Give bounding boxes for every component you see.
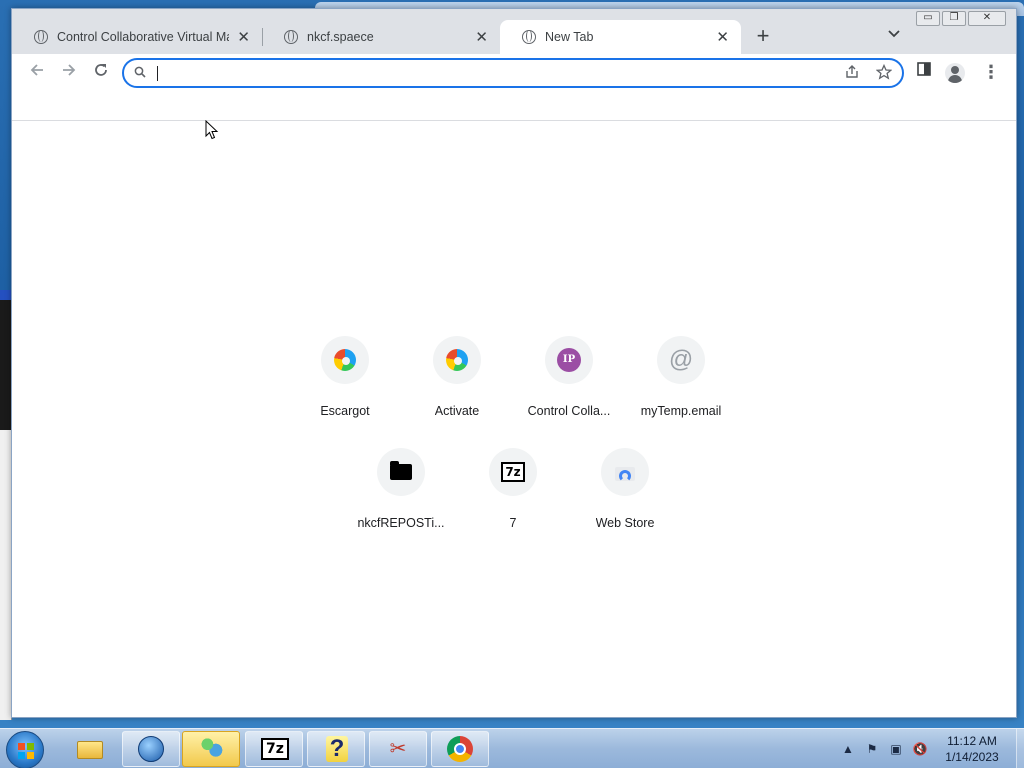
globe-icon — [522, 30, 536, 44]
taskbar-7zip[interactable]: 7z — [245, 731, 303, 767]
taskbar: 7z ? ✂ ▲ ⚑ ▣ 🔇 11:12 AM 1/14/2023 — [0, 728, 1024, 768]
shortcut-nkcf-reposti[interactable]: nkcfREPOSTi... — [345, 428, 457, 540]
clock-date: 1/14/2023 — [945, 750, 999, 764]
address-input[interactable] — [160, 63, 820, 83]
shortcut-web-store[interactable]: Web Store — [569, 428, 681, 540]
more-menu-icon[interactable]: ⋮ — [982, 62, 1000, 84]
tab-nkcf[interactable]: nkcf.spaece ✕ — [262, 20, 500, 54]
forward-arrow-icon[interactable] — [57, 61, 81, 85]
shortcut-7[interactable]: 7z 7 — [457, 428, 569, 540]
shortcut-icon-bg — [377, 448, 425, 496]
restore-button[interactable]: ❐ — [942, 11, 966, 26]
globe-icon — [34, 30, 48, 44]
taskbar-chrome[interactable] — [431, 731, 489, 767]
back-arrow-icon[interactable] — [25, 61, 49, 85]
shortcut-icon-bg — [601, 448, 649, 496]
share-icon[interactable] — [842, 64, 862, 84]
tab-search-chevron-icon[interactable] — [884, 26, 904, 46]
tab-strip: Control Collaborative Virtual Ma ✕ nkcf.… — [12, 9, 1016, 54]
shortcut-icon-bg — [433, 336, 481, 384]
shortcut-icon-bg: @ — [657, 336, 705, 384]
bookmark-star-icon[interactable] — [874, 63, 894, 84]
globe-icon — [138, 736, 164, 762]
start-button[interactable] — [6, 731, 44, 768]
webstore-icon — [613, 461, 637, 483]
edge-icon — [334, 349, 356, 371]
shortcut-label: Escargot — [320, 404, 370, 418]
browser-window: Control Collaborative Virtual Ma ✕ nkcf.… — [11, 8, 1017, 718]
address-bar[interactable] — [122, 58, 904, 88]
7zip-icon: 7z — [261, 738, 289, 760]
tab-close-icon[interactable]: ✕ — [475, 28, 488, 46]
tab-title: New Tab — [545, 30, 594, 44]
reload-icon[interactable] — [89, 61, 113, 85]
show-desktop-button[interactable] — [1016, 729, 1024, 768]
shortcut-label: Activate — [434, 404, 480, 418]
windows-logo-icon — [18, 743, 34, 759]
close-window-button[interactable]: ✕ — [968, 11, 1006, 26]
clock[interactable]: 11:12 AM 1/14/2023 — [930, 733, 1014, 765]
7zip-icon: 7z — [501, 462, 525, 482]
tab-new-tab[interactable]: New Tab ✕ — [500, 20, 741, 54]
tab-control-collaborative[interactable]: Control Collaborative Virtual Ma ✕ — [12, 20, 262, 54]
taskbar-explorer[interactable] — [60, 731, 118, 767]
shortcut-label: nkcfREPOSTi... — [357, 516, 445, 530]
scissors-icon: ✂ — [389, 738, 407, 760]
ip-icon: IP — [557, 348, 581, 372]
network-icon[interactable]: ▣ — [888, 741, 904, 757]
tab-title: Control Collaborative Virtual Ma — [57, 30, 230, 44]
tab-close-icon[interactable]: ✕ — [237, 28, 250, 46]
shortcut-mytemp-email[interactable]: @ myTemp.email — [625, 316, 737, 428]
new-tab-page: Escargot Activate IP Control Colla... @ … — [12, 122, 1016, 717]
shortcut-label: 7 — [509, 516, 517, 530]
minimize-button[interactable]: ▭ — [916, 11, 940, 26]
window-controls: ▭ ❐ ✕ — [916, 11, 1006, 26]
text-caret — [157, 66, 158, 81]
show-hidden-icons-chevron-icon[interactable]: ▲ — [840, 741, 856, 757]
taskbar-globe-browser[interactable] — [122, 731, 180, 767]
chrome-icon — [447, 736, 473, 762]
tab-title: nkcf.spaece — [307, 30, 374, 44]
tab-close-icon[interactable]: ✕ — [716, 28, 729, 46]
toolbar: ⋮ — [12, 54, 1016, 91]
taskbar-snipping-tool[interactable]: ✂ — [369, 731, 427, 767]
system-tray: ▲ ⚑ ▣ 🔇 — [840, 729, 928, 768]
globe-icon — [284, 30, 298, 44]
shortcut-control-collaborative[interactable]: IP Control Colla... — [513, 316, 625, 428]
clock-time: 11:12 AM — [947, 734, 997, 748]
folder-icon — [390, 461, 412, 480]
shortcut-escargot[interactable]: Escargot — [289, 316, 401, 428]
shortcut-label: Web Store — [595, 516, 655, 530]
help-icon: ? — [326, 736, 348, 762]
people-icon — [199, 737, 223, 761]
taskbar-people-app[interactable] — [182, 731, 240, 767]
folder-icon — [77, 741, 103, 759]
shortcut-icon-bg: 7z — [489, 448, 537, 496]
bookmark-bar — [12, 91, 1016, 121]
action-center-flag-icon[interactable]: ⚑ — [864, 741, 880, 757]
at-icon: @ — [668, 346, 694, 373]
search-icon — [134, 66, 146, 78]
profile-avatar-icon[interactable] — [945, 63, 965, 83]
shortcut-icon-bg — [321, 336, 369, 384]
new-tab-button[interactable]: + — [751, 25, 775, 49]
edge-icon — [446, 349, 468, 371]
mouse-cursor-icon — [205, 120, 219, 140]
shortcut-label: Control Colla... — [527, 404, 611, 418]
shortcut-activate[interactable]: Activate — [401, 316, 513, 428]
shortcut-icon-bg: IP — [545, 336, 593, 384]
side-panel-icon[interactable] — [913, 62, 935, 84]
taskbar-help[interactable]: ? — [307, 731, 365, 767]
volume-muted-icon[interactable]: 🔇 — [912, 741, 928, 757]
shortcut-label: myTemp.email — [640, 404, 722, 418]
